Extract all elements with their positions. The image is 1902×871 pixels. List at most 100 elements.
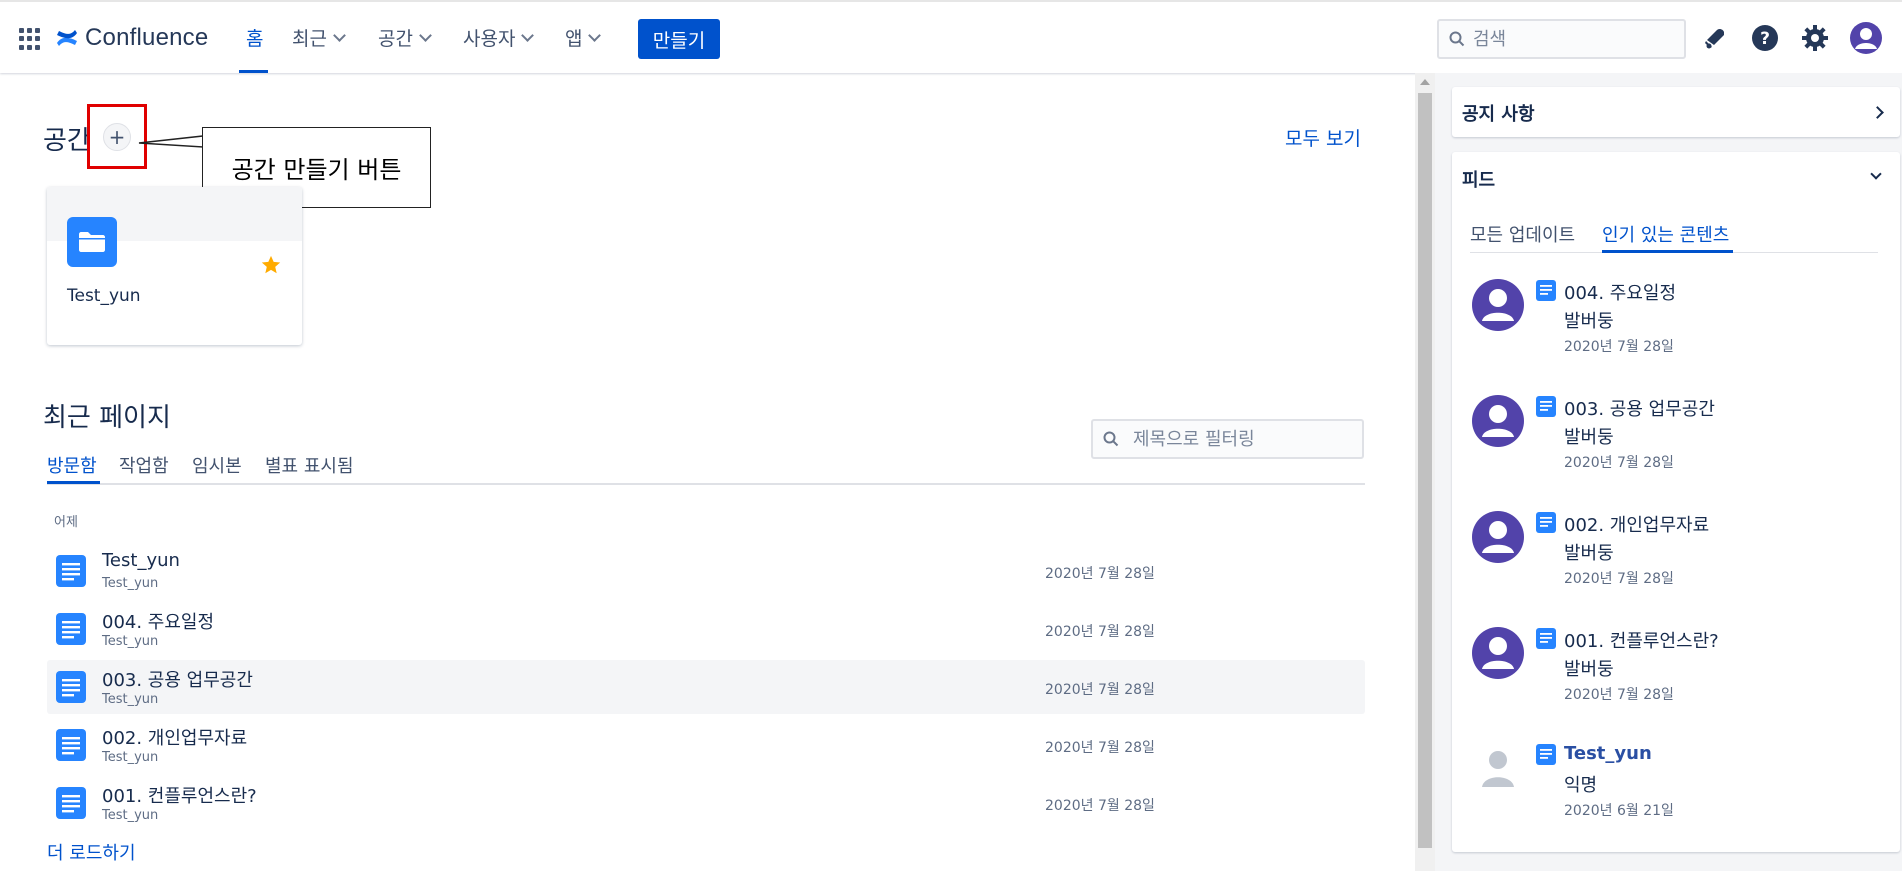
svg-text:?: ? (1760, 29, 1770, 49)
table-row[interactable]: 001. 컨플루언스란? Test_yun 2020년 7월 28일 (47, 776, 1365, 830)
chevron-down-icon[interactable] (1870, 168, 1882, 180)
nav-recent[interactable]: 최근 (292, 24, 346, 51)
nav-apps[interactable]: 앱 (565, 24, 602, 51)
title-filter[interactable] (1091, 419, 1364, 459)
page-space[interactable]: Test_yun (102, 750, 158, 765)
page-title[interactable]: 001. 컨플루언스란? (102, 782, 257, 808)
page-title[interactable]: Test_yun (102, 550, 180, 571)
page-icon (56, 555, 86, 591)
feed-item-author[interactable]: 발버둥 (1564, 307, 1614, 333)
feed-active-tab-indicator (1602, 250, 1733, 253)
confluence-logo-icon (57, 30, 77, 46)
tab-starred[interactable]: 별표 표시됨 (265, 452, 354, 478)
nav-home[interactable]: 홈 (246, 24, 263, 51)
scroll-up-arrow[interactable] (1420, 79, 1430, 85)
feed-item-date: 2020년 7월 28일 (1564, 339, 1674, 355)
tab-drafts[interactable]: 임시본 (192, 452, 242, 478)
nav-people-label: 사용자 (463, 28, 516, 50)
feed-item-date: 2020년 7월 28일 (1564, 687, 1674, 703)
feed-item-title[interactable]: 003. 공용 업무공간 (1564, 395, 1715, 421)
space-card[interactable]: Test_yun (47, 187, 302, 345)
logo-text: Confluence (85, 24, 209, 51)
page-space[interactable]: Test_yun (102, 576, 158, 591)
avatar-icon[interactable] (1472, 279, 1524, 331)
nav-spaces-label: 공간 (378, 28, 413, 50)
feed-tab-popular[interactable]: 인기 있는 콘텐츠 (1602, 221, 1729, 247)
profile-avatar[interactable] (1850, 22, 1882, 54)
feed-item-title[interactable]: 004. 주요일정 (1564, 279, 1676, 305)
tab-worked-on[interactable]: 작업함 (119, 452, 169, 478)
feed-item: Test_yun 익명 2020년 6월 21일 (1472, 743, 1872, 853)
feed-item: 001. 컨플루언스란? 발버둥 2020년 7월 28일 (1472, 627, 1872, 737)
feed-title: 피드 (1462, 170, 1496, 191)
page-icon (1536, 628, 1556, 653)
page-date: 2020년 7월 28일 (1045, 740, 1155, 756)
feed-item-author[interactable]: 발버둥 (1564, 539, 1614, 565)
view-all-spaces-link[interactable]: 모두 보기 (1285, 124, 1361, 151)
app-switcher-icon[interactable] (19, 28, 41, 50)
star-button[interactable] (260, 254, 282, 280)
feed-item-author[interactable]: 발버둥 (1564, 655, 1614, 681)
feed-item-date: 2020년 6월 21일 (1564, 803, 1674, 819)
page-date: 2020년 7월 28일 (1045, 682, 1155, 698)
avatar-icon[interactable] (1472, 627, 1524, 679)
space-name: Test_yun (67, 286, 141, 306)
page-icon (1536, 744, 1556, 769)
search-icon (1449, 31, 1465, 47)
table-row[interactable]: 002. 개인업무자료 Test_yun 2020년 7월 28일 (47, 718, 1365, 772)
filter-input[interactable] (1133, 428, 1353, 450)
table-row[interactable]: 004. 주요일정 Test_yun 2020년 7월 28일 (47, 602, 1365, 656)
feed-item-date: 2020년 7월 28일 (1564, 571, 1674, 587)
feed-item: 004. 주요일정 발버둥 2020년 7월 28일 (1472, 279, 1872, 389)
page-space[interactable]: Test_yun (102, 808, 158, 823)
feed-item-title[interactable]: 001. 컨플루언스란? (1564, 627, 1719, 653)
scrollbar-thumb[interactable] (1418, 93, 1432, 848)
feed-item-title[interactable]: Test_yun (1564, 743, 1652, 764)
feed-item-author[interactable]: 발버둥 (1564, 423, 1614, 449)
chevron-right-icon (1871, 106, 1884, 119)
feed-item-title[interactable]: 002. 개인업무자료 (1564, 511, 1709, 537)
help-button[interactable]: ? (1750, 23, 1780, 53)
table-row[interactable]: Test_yun Test_yun 2020년 7월 28일 (47, 544, 1365, 598)
space-avatar (67, 217, 117, 267)
load-more-link[interactable]: 더 로드하기 (47, 839, 136, 865)
notification-button[interactable] (1700, 23, 1730, 53)
announcements-card[interactable]: 공지 사항 (1452, 87, 1900, 137)
feed-tab-all-updates[interactable]: 모든 업데이트 (1470, 221, 1575, 247)
search-box[interactable] (1437, 19, 1686, 59)
settings-icon (1802, 25, 1828, 51)
active-tab-indicator (47, 481, 100, 484)
page-title[interactable]: 002. 개인업무자료 (102, 724, 247, 750)
page-icon (56, 729, 86, 765)
search-input[interactable] (1473, 28, 1673, 50)
confluence-logo[interactable]: Confluence (55, 22, 208, 54)
avatar-icon[interactable] (1472, 743, 1524, 795)
nav-spaces[interactable]: 공간 (378, 24, 432, 51)
announcements-title: 공지 사항 (1462, 104, 1535, 125)
avatar-icon[interactable] (1472, 511, 1524, 563)
page-title[interactable]: 003. 공용 업무공간 (102, 666, 253, 692)
star-icon (261, 255, 281, 274)
page-icon (56, 613, 86, 649)
page-icon (56, 787, 86, 823)
search-icon (1103, 431, 1119, 447)
page-space[interactable]: Test_yun (102, 692, 158, 707)
feed-item: 002. 개인업무자료 발버둥 2020년 7월 28일 (1472, 511, 1872, 621)
avatar-icon (1850, 22, 1882, 54)
tab-visited[interactable]: 방문함 (47, 452, 97, 478)
nav-people[interactable]: 사용자 (463, 24, 535, 51)
chevron-down-icon (333, 29, 346, 42)
folder-icon (79, 232, 105, 252)
page-icon (1536, 280, 1556, 305)
create-button[interactable]: 만들기 (638, 19, 720, 59)
nav-recent-label: 최근 (292, 28, 327, 50)
page-space[interactable]: Test_yun (102, 634, 158, 649)
page-title[interactable]: 004. 주요일정 (102, 608, 214, 634)
avatar-icon[interactable] (1472, 395, 1524, 447)
nav-home-label: 홈 (246, 28, 264, 50)
table-row[interactable]: 003. 공용 업무공간 Test_yun 2020년 7월 28일 (47, 660, 1365, 714)
spaces-title: 공간 (43, 126, 91, 156)
settings-button[interactable] (1800, 23, 1830, 53)
feed-item-author[interactable]: 익명 (1564, 771, 1597, 797)
nav-apps-label: 앱 (565, 28, 583, 50)
